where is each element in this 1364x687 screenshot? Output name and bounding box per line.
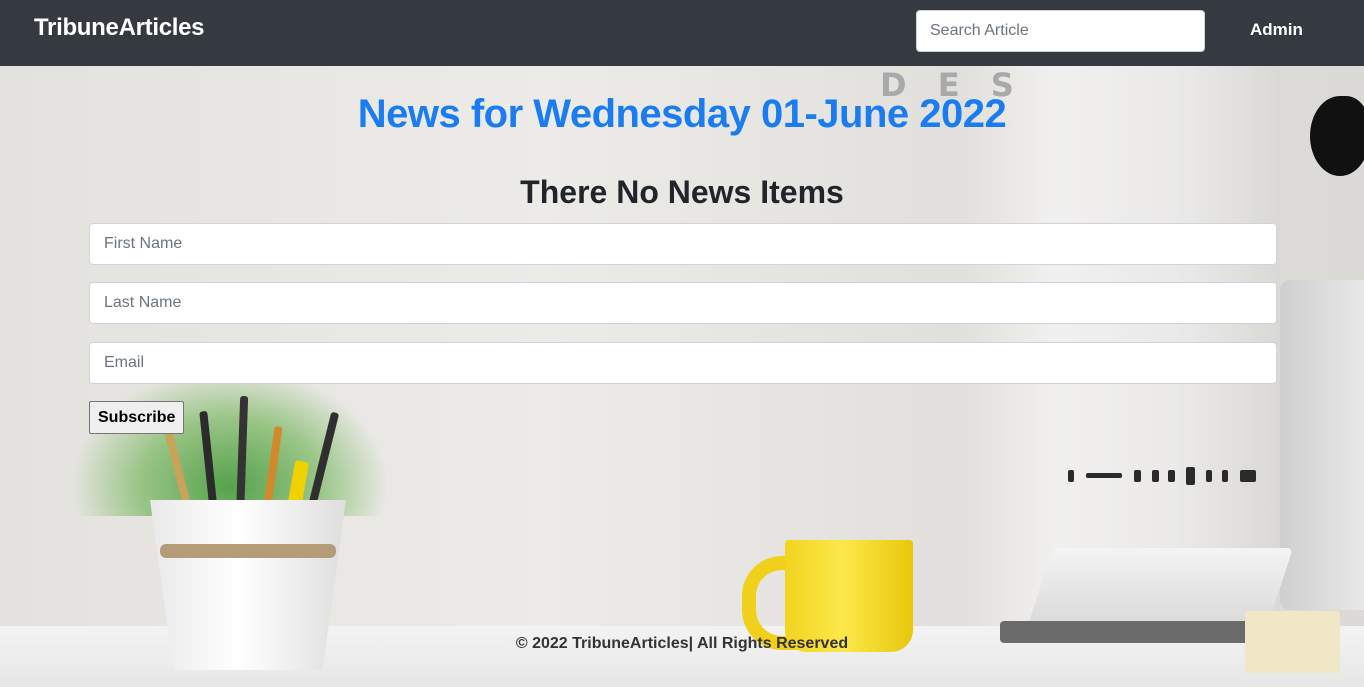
brand-logo-link[interactable]: TribuneArticles xyxy=(34,14,205,42)
main-content: News for Wednesday 01-June 2022 There No… xyxy=(0,66,1364,687)
subscribe-button[interactable]: Subscribe xyxy=(89,401,185,434)
email-field[interactable] xyxy=(89,342,1277,384)
search-input[interactable] xyxy=(916,10,1205,52)
admin-link[interactable]: Admin xyxy=(1250,20,1303,40)
footer-copyright: © 2022 TribuneArticles| All Rights Reser… xyxy=(515,635,849,652)
no-news-message: There No News Items xyxy=(520,174,844,210)
news-date-heading: News for Wednesday 01-June 2022 xyxy=(357,92,1007,136)
first-name-field[interactable] xyxy=(89,223,1277,265)
last-name-field[interactable] xyxy=(89,282,1277,324)
top-navbar: TribuneArticles Admin xyxy=(0,0,1364,66)
